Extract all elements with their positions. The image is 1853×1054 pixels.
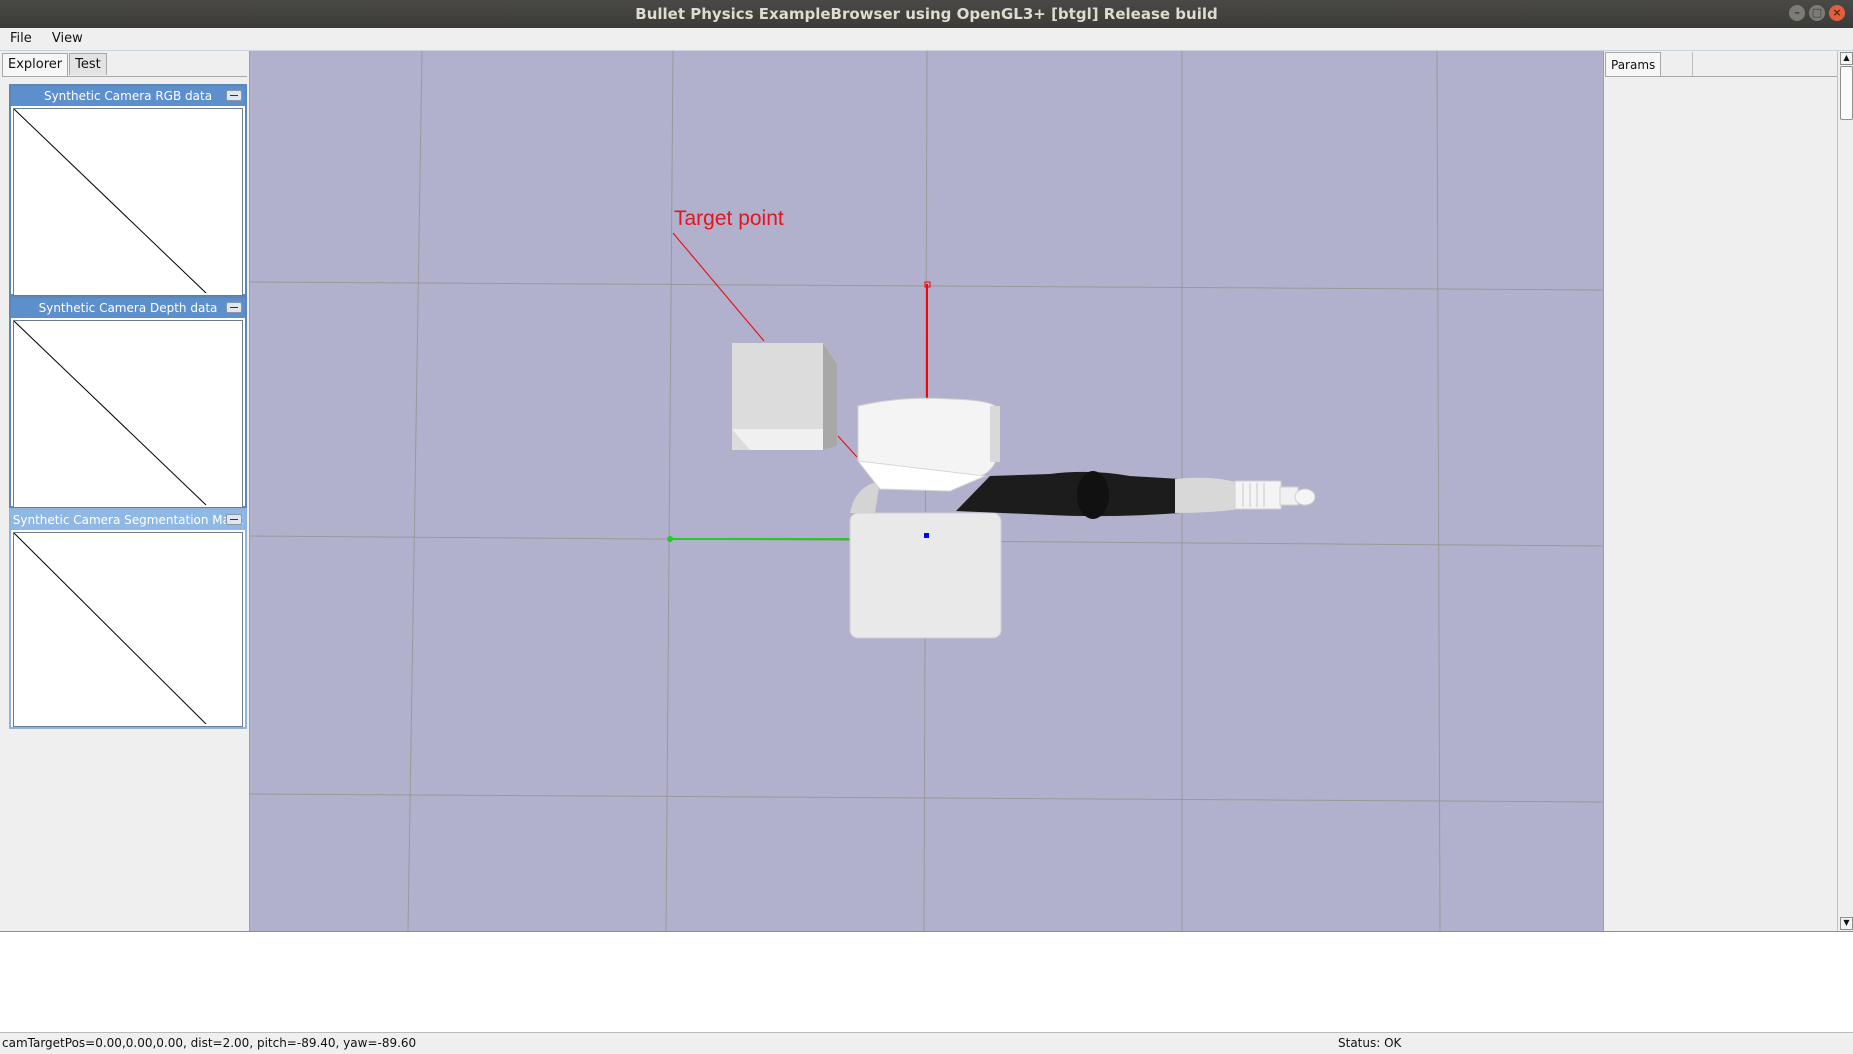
maximize-icon[interactable]: □	[1809, 5, 1825, 21]
camera-image-rgb	[13, 108, 243, 296]
menu-bar: File View	[0, 28, 1853, 50]
vertical-scrollbar[interactable]: ▲ ▼	[1837, 51, 1853, 931]
minimize-icon[interactable]	[226, 302, 242, 313]
scroll-thumb[interactable]	[1840, 66, 1853, 120]
camera-window-title[interactable]: Synthetic Camera Depth data	[11, 298, 245, 318]
tab-ghost	[1692, 52, 1693, 76]
explorer-panel: Explorer Test Synthetic Camera RGB data …	[0, 51, 250, 931]
minimize-icon[interactable]	[226, 514, 242, 525]
scene-render	[250, 51, 1603, 931]
tab-test[interactable]: Test	[69, 53, 107, 75]
target-cube	[732, 343, 837, 450]
params-tabs: Params	[1605, 52, 1662, 76]
tab-strip-divider	[2, 76, 247, 77]
camera-window-rgb[interactable]: Synthetic Camera RGB data	[9, 84, 247, 296]
console-output[interactable]	[0, 931, 1853, 1032]
tab-explorer[interactable]: Explorer	[2, 53, 69, 76]
menu-view[interactable]: View	[42, 28, 89, 50]
status-bar: camTargetPos=0.00,0.00,0.00, dist=2.00, …	[0, 1032, 1853, 1054]
ground-grid	[250, 51, 1603, 931]
scroll-down-icon[interactable]: ▼	[1840, 917, 1853, 930]
target-point-label: Target point	[674, 207, 784, 230]
camera-image-segmentation	[13, 532, 243, 727]
target-pointer-line	[672, 232, 765, 342]
status-text: Status: OK	[1338, 1036, 1402, 1050]
image-placeholder-icon	[14, 321, 207, 505]
camera-image-depth	[13, 320, 243, 508]
camera-window-segmentation[interactable]: Synthetic Camera Segmentation Mask	[9, 508, 247, 729]
window-titlebar: Bullet Physics ExampleBrowser using Open…	[0, 0, 1853, 28]
robot-arm	[849, 397, 1316, 639]
camera-window-depth[interactable]: Synthetic Camera Depth data	[9, 296, 247, 508]
close-icon[interactable]: ×	[1829, 5, 1845, 21]
y-axis-end	[667, 536, 673, 542]
scroll-up-icon[interactable]: ▲	[1840, 52, 1853, 65]
camera-window-title[interactable]: Synthetic Camera RGB data	[11, 86, 245, 106]
3d-viewport[interactable]: Target point	[250, 51, 1603, 931]
explorer-tabs: Explorer Test	[2, 53, 108, 76]
menu-file[interactable]: File	[0, 28, 38, 50]
window-controls: – □ ×	[1789, 5, 1845, 21]
params-tab-divider	[1605, 76, 1837, 77]
camera-window-title-text: Synthetic Camera Segmentation Mask	[12, 513, 244, 527]
camera-window-title-text: Synthetic Camera RGB data	[43, 89, 213, 103]
minimize-icon[interactable]	[226, 90, 242, 101]
minimize-icon[interactable]: –	[1789, 5, 1805, 21]
window-title: Bullet Physics ExampleBrowser using Open…	[635, 5, 1218, 23]
camera-window-title-text: Synthetic Camera Depth data	[38, 301, 218, 315]
params-panel: Params	[1603, 51, 1838, 931]
target-pointer-line	[837, 435, 858, 458]
image-placeholder-icon	[14, 109, 207, 293]
image-placeholder-icon	[14, 533, 207, 724]
camera-status: camTargetPos=0.00,0.00,0.00, dist=2.00, …	[2, 1036, 417, 1050]
camera-window-title[interactable]: Synthetic Camera Segmentation Mask	[11, 510, 245, 530]
tab-params[interactable]: Params	[1605, 52, 1662, 76]
